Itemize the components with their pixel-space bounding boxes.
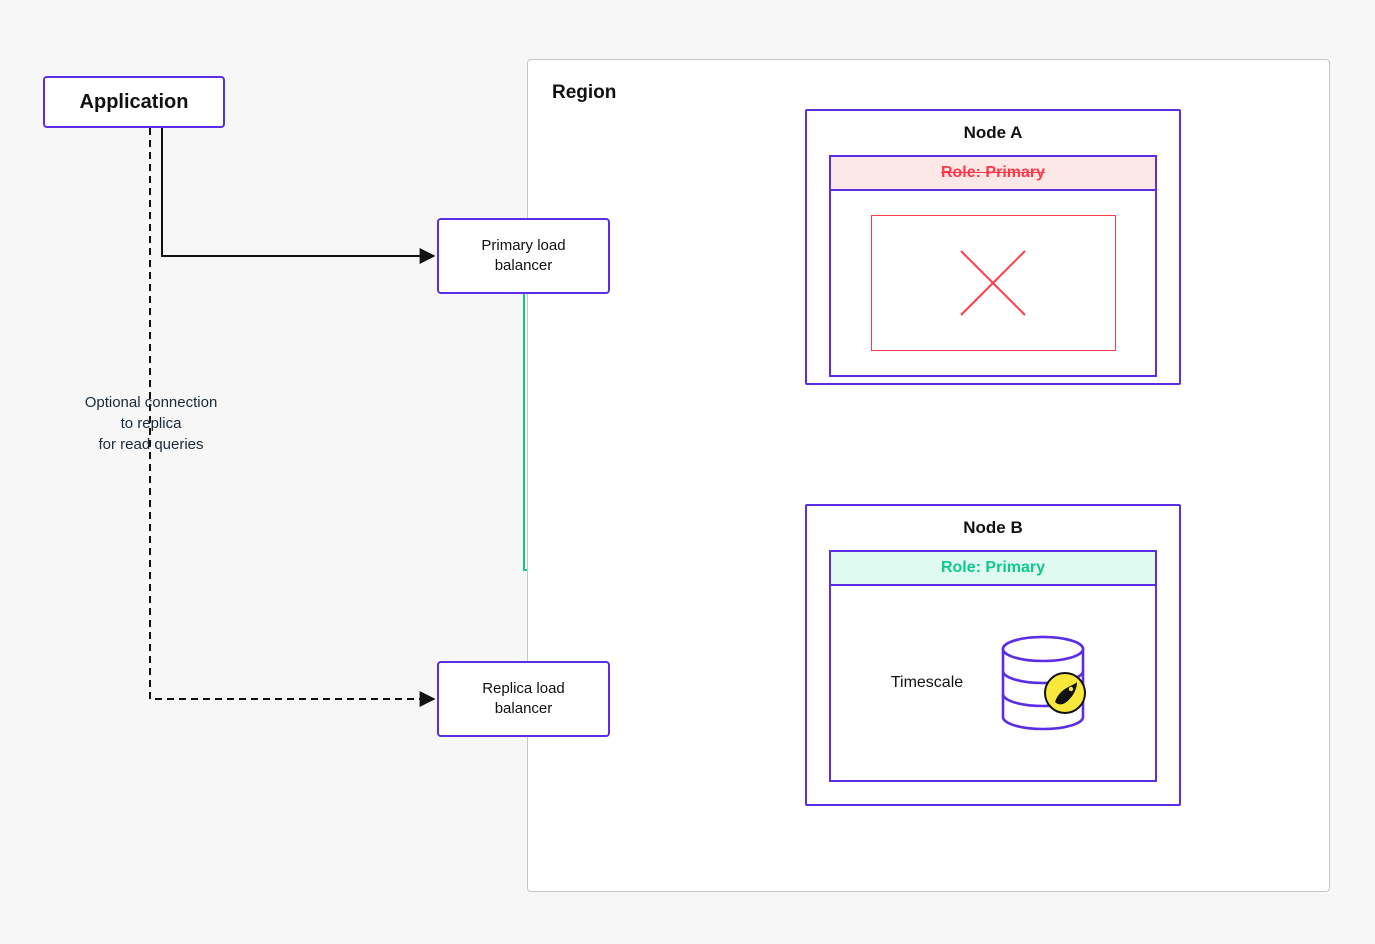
node-b-role-bar: Role: Primary	[829, 550, 1157, 586]
diagram-canvas: Region Application Primary load balancer…	[0, 0, 1375, 944]
optional-connection-label: Optional connection to replica for read …	[41, 392, 261, 455]
node-b: Node B Role: Primary Timescale	[805, 504, 1181, 806]
node-a-title: Node A	[807, 111, 1179, 155]
primary-load-balancer: Primary load balancer	[437, 218, 610, 294]
node-b-role-label: Role: Primary	[941, 559, 1045, 576]
database-icon	[991, 631, 1095, 735]
application-box: Application	[43, 76, 225, 128]
replica-load-balancer: Replica load balancer	[437, 661, 610, 737]
database-icon-wrap	[991, 631, 1095, 735]
node-b-title: Node B	[807, 506, 1179, 550]
node-b-inner: Timescale	[829, 586, 1157, 782]
node-a-inner	[829, 191, 1157, 377]
region-label: Region	[552, 82, 616, 104]
application-label: Application	[80, 91, 189, 114]
node-a-role-bar: Role: Primary	[829, 155, 1157, 191]
failed-x-icon	[953, 243, 1033, 323]
node-a: Node A Role: Primary	[805, 109, 1181, 385]
node-a-role-label: Role: Primary	[941, 164, 1045, 181]
conn-app-primary	[162, 128, 434, 256]
replica-lb-label: Replica load balancer	[482, 679, 565, 720]
timescale-label: Timescale	[891, 674, 963, 692]
primary-lb-label: Primary load balancer	[481, 236, 565, 277]
failed-box	[871, 215, 1116, 351]
